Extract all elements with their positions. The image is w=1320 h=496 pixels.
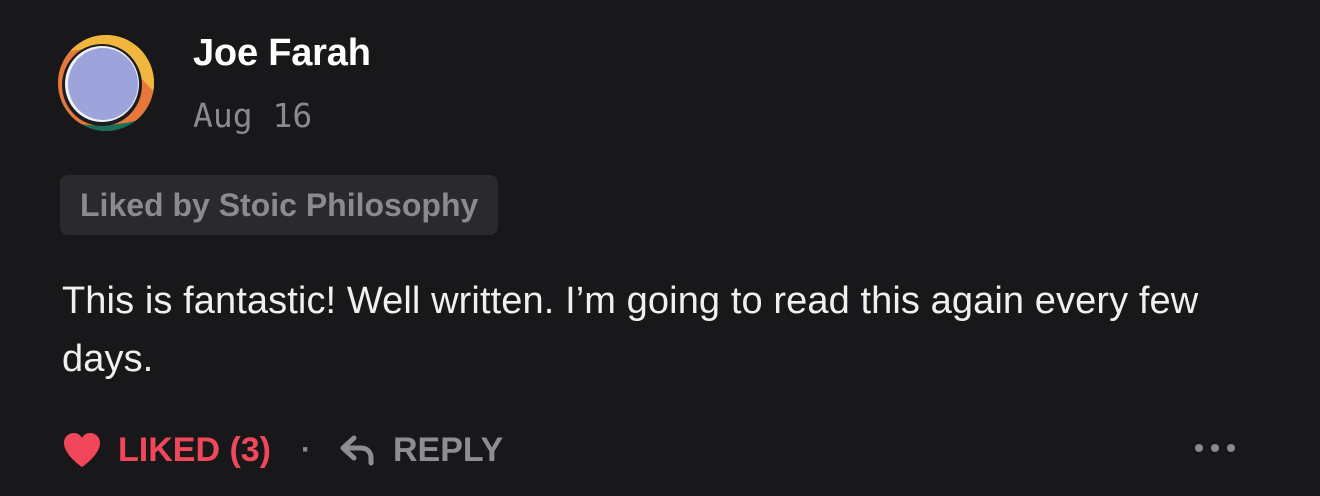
more-dot bbox=[1195, 444, 1203, 452]
comment-actions: LIKED (3) · REPLY bbox=[62, 422, 503, 478]
avatar-image bbox=[58, 35, 154, 131]
comment-body: This is fantastic! Well written. I’m goi… bbox=[62, 280, 1199, 380]
like-label: LIKED (3) bbox=[118, 430, 271, 469]
liked-by-badge: Liked by Stoic Philosophy bbox=[60, 175, 499, 235]
author-name[interactable]: Joe Farah bbox=[193, 32, 371, 75]
more-dot bbox=[1227, 444, 1235, 452]
more-dot bbox=[1211, 444, 1219, 452]
more-dots-icon[interactable] bbox=[1195, 436, 1235, 460]
liked-by-label: Liked by Stoic Philosophy bbox=[80, 186, 479, 223]
heart-icon bbox=[64, 433, 100, 467]
action-separator: · bbox=[301, 433, 311, 466]
reply-arrow-icon bbox=[340, 435, 374, 466]
comment-date[interactable]: Aug 16 bbox=[193, 96, 312, 135]
avatar[interactable] bbox=[58, 35, 158, 135]
reply-button[interactable]: REPLY bbox=[339, 431, 503, 470]
like-button[interactable]: LIKED (3) bbox=[62, 431, 271, 470]
reply-label: REPLY bbox=[393, 430, 504, 469]
